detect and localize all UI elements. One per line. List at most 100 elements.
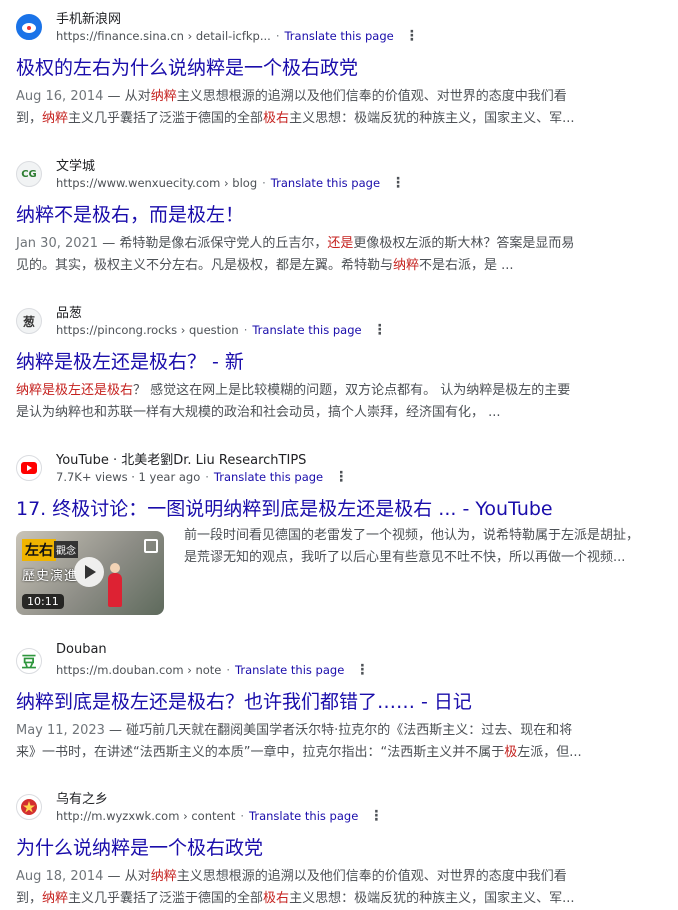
snippet-text: — 从对 — [103, 89, 151, 104]
snippet-highlight: 纳粹是极左还是极右 — [16, 383, 134, 398]
snippet-text: ？ 感觉这在网上是比较模糊的问题，双方论点都有。 认为纳粹是极左的主要 — [133, 383, 571, 398]
translate-link[interactable]: Translate this page — [235, 663, 344, 677]
separator-dot: · — [275, 29, 280, 43]
result-snippet: 前一段时间看见德国的老雷发了一个视频，他认为，说希特勒属于左派是胡扯， 是荒谬无… — [184, 525, 664, 615]
site-name: 乌有之乡 — [56, 792, 109, 807]
result-source[interactable]: CG 文学城 https://www.wenxuecity.com › blog… — [16, 155, 666, 195]
more-options-icon[interactable]: ⋮ — [366, 809, 386, 823]
result-date: Aug 18, 2014 — [16, 869, 104, 884]
snippet-highlight: 极右 — [263, 111, 290, 126]
wenxuecity-icon: CG — [16, 161, 42, 187]
thumbnail-text: 歷史演進 — [22, 569, 79, 584]
video-duration: 10:11 — [22, 594, 64, 609]
translate-link[interactable]: Translate this page — [214, 470, 323, 484]
result-source[interactable]: 葱 品葱 https://pincong.rocks › question · … — [16, 302, 666, 342]
snippet-text: 主义思想根源的追溯以及他们信奉的价值观、对世界的态度中我们看 — [176, 869, 567, 884]
result-title-link[interactable]: 纳粹到底是极左还是极右？也许我们都错了…… - 日记 — [16, 690, 666, 714]
result-date: Aug 16, 2014 — [16, 89, 104, 104]
separator-dot: · — [243, 323, 248, 337]
site-name: 品葱 — [56, 306, 83, 321]
site-name: 手机新浪网 — [56, 12, 122, 27]
result-url: http://m.wyzxwk.com › content — [56, 809, 236, 823]
result-url: https://m.douban.com › note — [56, 663, 222, 677]
result-date: Jan 30, 2021 — [16, 236, 99, 251]
more-options-icon[interactable]: ⋮ — [388, 176, 408, 190]
site-name: YouTube · 北美老劉Dr. Liu ResearchTIPS — [56, 453, 307, 468]
more-options-icon[interactable]: ⋮ — [402, 29, 422, 43]
snippet-text: 主义思想：极端反犹的种族主义，国家主义、军... — [289, 891, 575, 906]
snippet-highlight: 极右 — [263, 891, 290, 906]
snippet-text: 来》一书时，在讲述“法西斯主义的本质”一章中，拉克尔指出：“法西斯主义并不属于 — [16, 745, 505, 760]
more-options-icon[interactable]: ⋮ — [331, 470, 351, 484]
snippet-highlight: 还是 — [327, 236, 354, 251]
snippet-text: 左派，但... — [517, 745, 582, 760]
result-title-link[interactable]: 为什么说纳粹是一个极右政党 — [16, 836, 666, 860]
sina-icon — [16, 14, 42, 40]
thumbnail-text: 觀念 — [54, 541, 78, 558]
snippet-text: 主义几乎囊括了泛滥于德国的全部 — [68, 891, 264, 906]
separator-dot: · — [240, 809, 245, 823]
snippet-text: 更像极权左派的斯大林？答案是显而易 — [353, 236, 575, 251]
result-source[interactable]: 手机新浪网 https://finance.sina.cn › detail-i… — [16, 8, 666, 48]
translate-link[interactable]: Translate this page — [252, 323, 361, 337]
snippet-highlight: 纳粹 — [42, 111, 69, 126]
separator-dot: · — [205, 470, 209, 484]
figure-illustration — [108, 563, 122, 607]
result-snippet: Aug 16, 2014 — 从对纳粹 主义思想根源的追溯以及他们信奉的价值观、对… — [16, 86, 616, 130]
snippet-highlight: 极 — [504, 745, 518, 760]
thumbnail-text: 左右 — [22, 539, 56, 561]
snippet-text: 主义思想根源的追溯以及他们信奉的价值观、对世界的态度中我们看 — [176, 89, 567, 104]
play-icon[interactable] — [74, 557, 104, 587]
snippet-text: 是认为纳粹也和苏联一样有大规模的政治和社会动员，搞个人崇拜，经济国有化， ... — [16, 405, 501, 420]
result-snippet: Aug 18, 2014 — 从对纳粹主义思想根源的追溯以及他们信奉的价值观、对… — [16, 866, 616, 910]
snippet-text: — 从对 — [103, 869, 151, 884]
search-result: CG 文学城 https://www.wenxuecity.com › blog… — [16, 155, 666, 277]
result-source[interactable]: 乌有之乡 http://m.wyzxwk.com › content · Tra… — [16, 788, 666, 828]
snippet-text: — 碰巧前几天就在翻阅美国学者沃尔特·拉克尔的《法西斯主义：过去、现在和将 — [104, 723, 573, 738]
snippet-highlight: 纳粹 — [393, 258, 420, 273]
result-source[interactable]: YouTube · 北美老劉Dr. Liu ResearchTIPS 7.7K+… — [16, 449, 666, 489]
translate-link[interactable]: Translate this page — [271, 176, 380, 190]
result-snippet: Jan 30, 2021 — 希特勒是像右派保守党人的丘吉尔，还是更像极权左派的… — [16, 233, 616, 277]
snippet-text: 不是右派，是 ... — [419, 258, 514, 273]
separator-dot: · — [226, 663, 231, 677]
search-result: 豆 Douban https://m.douban.com › note · T… — [16, 642, 666, 764]
translate-link[interactable]: Translate this page — [284, 29, 393, 43]
result-snippet: 纳粹是极左还是极右？ 感觉这在网上是比较模糊的问题，双方论点都有。 认为纳粹是极… — [16, 380, 616, 424]
douban-icon: 豆 — [16, 648, 42, 674]
result-url: https://pincong.rocks › question — [56, 323, 239, 337]
search-result: 乌有之乡 http://m.wyzxwk.com › content · Tra… — [16, 788, 666, 910]
snippet-text: 前一段时间看见德国的老雷发了一个视频，他认为，说希特勒属于左派是胡扯， — [184, 528, 640, 543]
snippet-text: 是荒谬无知的观点，我听了以后心里有些意见不吐不快，所以再做一个视频... — [184, 550, 626, 565]
result-url: https://www.wenxuecity.com › blog — [56, 176, 258, 190]
result-url: https://finance.sina.cn › detail-icfkp..… — [56, 29, 271, 43]
more-options-icon[interactable]: ⋮ — [352, 663, 372, 677]
result-title-link[interactable]: 17. 终极讨论：一图说明纳粹到底是极左还是极右 ... - YouTube — [16, 497, 666, 521]
video-thumbnail[interactable]: 左右 觀念 歷史演進 10:11 — [16, 531, 164, 615]
result-source[interactable]: 豆 Douban https://m.douban.com › note · T… — [16, 642, 666, 682]
snippet-text: 主义几乎囊括了泛滥于德国的全部 — [68, 111, 264, 126]
snippet-highlight: 纳粹 — [150, 869, 177, 884]
site-name: Douban — [56, 642, 107, 657]
youtube-icon — [16, 455, 42, 481]
search-result-video: YouTube · 北美老劉Dr. Liu ResearchTIPS 7.7K+… — [16, 449, 666, 615]
snippet-text: 到， — [16, 891, 43, 906]
result-title-link[interactable]: 纳粹是极左还是极右？ - 新 — [16, 350, 666, 374]
site-name: 文学城 — [56, 159, 96, 174]
expand-icon — [144, 539, 158, 553]
translate-link[interactable]: Translate this page — [249, 809, 358, 823]
snippet-highlight: 纳粹 — [42, 891, 69, 906]
search-result: 葱 品葱 https://pincong.rocks › question · … — [16, 302, 666, 424]
snippet-text: 主义思想：极端反犹的种族主义，国家主义、军... — [289, 111, 575, 126]
result-title-link[interactable]: 纳粹不是极右，而是极左！ — [16, 203, 666, 227]
snippet-text: 到， — [16, 111, 43, 126]
separator-dot: · — [262, 176, 266, 190]
wyzxwk-icon — [16, 794, 42, 820]
result-title-link[interactable]: 极权的左右为什么说纳粹是一个极右政党 — [16, 56, 666, 80]
snippet-text: — 希特勒是像右派保守党人的丘吉尔， — [98, 236, 328, 251]
result-snippet: May 11, 2023 — 碰巧前几天就在翻阅美国学者沃尔特·拉克尔的《法西斯… — [16, 720, 616, 764]
snippet-text: 见的。其实，极权主义不分左右。凡是极权，都是左翼。希特勒与 — [16, 258, 394, 273]
video-meta: 7.7K+ views · 1 year ago — [56, 470, 201, 484]
pincong-icon: 葱 — [16, 308, 42, 334]
more-options-icon[interactable]: ⋮ — [370, 323, 390, 337]
